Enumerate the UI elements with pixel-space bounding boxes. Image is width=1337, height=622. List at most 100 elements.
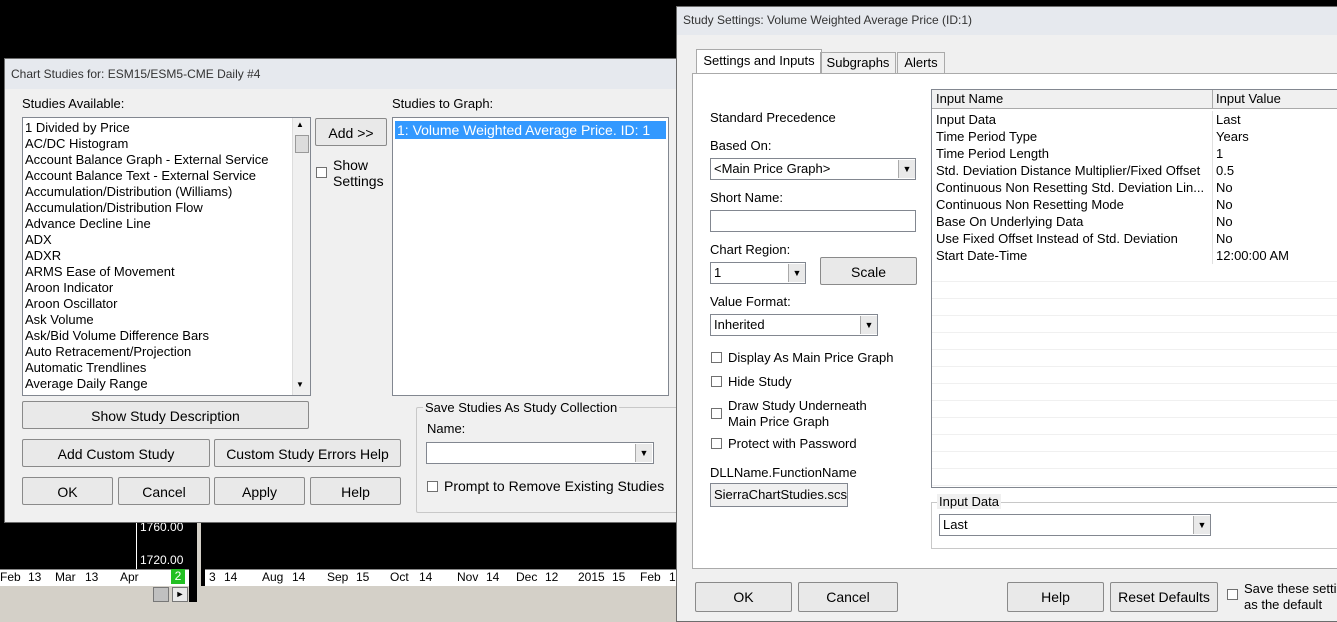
ok-button[interactable]: OK [22, 477, 113, 505]
studies-to-graph-list[interactable]: 1: Volume Weighted Average Price. ID: 1 [392, 117, 669, 396]
scroll-thumb[interactable] [295, 135, 309, 153]
list-scrollbar[interactable]: ▲ ▼ [292, 118, 310, 395]
input-name-cell: Use Fixed Offset Instead of Std. Deviati… [936, 231, 1178, 246]
table-row[interactable]: Time Period Type Years [932, 128, 1337, 145]
help-button[interactable]: Help [310, 477, 401, 505]
list-item[interactable]: ARMS Ease of Movement [23, 264, 310, 280]
table-row[interactable]: Continuous Non Resetting Mode No [932, 196, 1337, 213]
display-main-checkbox[interactable] [711, 352, 722, 363]
input-data-select[interactable]: Last [939, 514, 1211, 536]
table-row[interactable]: Continuous Non Resetting Std. Deviation … [932, 179, 1337, 196]
table-row[interactable]: Use Fixed Offset Instead of Std. Deviati… [932, 230, 1337, 247]
column-divider [1212, 128, 1213, 145]
empty-grid-row [932, 468, 1337, 486]
studies-to-graph-label: Studies to Graph: [392, 96, 494, 111]
hide-study-checkbox[interactable] [711, 376, 722, 387]
list-item[interactable]: Aroon Oscillator [23, 296, 310, 312]
input-value-cell[interactable]: 12:00:00 AM [1216, 247, 1336, 264]
list-item[interactable]: Average Daily Range [23, 376, 310, 392]
table-row[interactable]: Input Data Last [932, 111, 1337, 128]
show-settings-checkbox[interactable] [316, 167, 327, 178]
column-divider [1212, 111, 1213, 128]
show-study-description-button[interactable]: Show Study Description [22, 401, 309, 429]
show-settings-label: Show Settings [333, 157, 384, 189]
table-row[interactable]: Base On Underlying Data No [932, 213, 1337, 230]
based-on-select[interactable]: <Main Price Graph> [710, 158, 916, 180]
cancel-button[interactable]: Cancel [798, 582, 898, 612]
protect-password-checkbox[interactable] [711, 438, 722, 449]
column-divider [1212, 179, 1213, 196]
tab-alerts[interactable]: Alerts [897, 52, 945, 74]
value-format-select[interactable]: Inherited [710, 314, 878, 336]
scroll-thumb[interactable] [153, 587, 169, 602]
scale-button[interactable]: Scale [820, 257, 917, 285]
list-item[interactable]: Automatic Trendlines [23, 360, 310, 376]
input-value-cell[interactable]: Years [1216, 128, 1336, 145]
value-format-label: Value Format: [710, 294, 791, 309]
list-item[interactable]: ADXR [23, 248, 310, 264]
table-row[interactable]: Start Date-Time 12:00:00 AM [932, 247, 1337, 264]
list-item[interactable]: Advance Decline Line [23, 216, 310, 232]
collection-name-select[interactable]: ▼ [426, 442, 654, 464]
input-name-cell: Base On Underlying Data [936, 214, 1084, 229]
scrollbar-right[interactable] [201, 586, 680, 602]
chevron-down-icon: ▼ [898, 160, 915, 178]
scroll-right-arrow[interactable]: ► [172, 587, 188, 602]
add-study-button[interactable]: Add >> [315, 118, 387, 146]
apply-button[interactable]: Apply [214, 477, 305, 505]
reset-defaults-button[interactable]: Reset Defaults [1110, 582, 1218, 612]
list-item[interactable]: AC/DC Histogram [23, 136, 310, 152]
list-item[interactable]: Ask/Bid Volume Difference Bars [23, 328, 310, 344]
dll-name-field: SierraChartStudies.scs [710, 483, 848, 507]
save-default-checkbox[interactable] [1227, 589, 1238, 600]
input-value-cell[interactable]: No [1216, 230, 1336, 247]
table-row[interactable]: Std. Deviation Distance Multiplier/Fixed… [932, 162, 1337, 179]
empty-grid-row [932, 383, 1337, 401]
list-item[interactable]: Accumulation/Distribution Flow [23, 200, 310, 216]
prompt-remove-label: Prompt to Remove Existing Studies [444, 478, 665, 494]
custom-study-errors-help-button[interactable]: Custom Study Errors Help [214, 439, 401, 467]
tab-subgraphs[interactable]: Subgraphs [820, 52, 896, 74]
input-value-cell[interactable]: 0.5 [1216, 162, 1336, 179]
inputs-grid[interactable]: Input Name Input Value Input Data Last Tim… [931, 89, 1337, 488]
x-label: Feb [0, 570, 21, 584]
list-item[interactable]: ADX [23, 232, 310, 248]
prompt-remove-checkbox[interactable] [427, 481, 438, 492]
column-divider [1212, 145, 1213, 162]
empty-grid-row [932, 315, 1337, 333]
input-value-cell[interactable]: No [1216, 196, 1336, 213]
list-item[interactable]: 1 Divided by Price [23, 120, 310, 136]
add-custom-study-button[interactable]: Add Custom Study [22, 439, 210, 467]
draw-underneath-checkbox[interactable] [711, 408, 722, 419]
column-divider [1212, 196, 1213, 213]
list-item-selected[interactable]: 1: Volume Weighted Average Price. ID: 1 [395, 121, 666, 139]
x-label: Aug [262, 570, 284, 584]
list-item[interactable]: Account Balance Graph - External Service [23, 152, 310, 168]
chart-studies-title: Chart Studies for: ESM15/ESM5-CME Daily … [5, 59, 683, 89]
studies-available-list[interactable]: 1 Divided by Price AC/DC Histogram Account… [22, 117, 311, 396]
input-name-cell: Input Data [936, 112, 996, 127]
help-button[interactable]: Help [1007, 582, 1104, 612]
list-item[interactable]: Account Balance Text - External Service [23, 168, 310, 184]
input-value-cell[interactable]: Last [1216, 111, 1336, 128]
list-item[interactable]: Auto Retracement/Projection [23, 344, 310, 360]
empty-grid-row [932, 366, 1337, 384]
input-value-cell[interactable]: No [1216, 179, 1336, 196]
scroll-up-arrow[interactable]: ▲ [296, 120, 304, 129]
short-name-input[interactable] [710, 210, 916, 232]
table-row[interactable]: Time Period Length 1 [932, 145, 1337, 162]
cancel-button[interactable]: Cancel [118, 477, 210, 505]
studies-available-label: Studies Available: [22, 96, 125, 111]
input-value-cell[interactable]: 1 [1216, 145, 1336, 162]
grid-header-divider [1212, 90, 1213, 108]
list-item[interactable]: Ask Volume [23, 312, 310, 328]
save-default-label-1: Save these setti [1244, 581, 1337, 596]
input-value-cell[interactable]: No [1216, 213, 1336, 230]
ok-button[interactable]: OK [695, 582, 792, 612]
scroll-down-arrow[interactable]: ▼ [296, 380, 304, 389]
list-item[interactable]: Accumulation/Distribution (Williams) [23, 184, 310, 200]
list-item[interactable]: Aroon Indicator [23, 280, 310, 296]
chevron-down-icon: ▼ [788, 264, 805, 282]
tab-settings-and-inputs[interactable]: Settings and Inputs [696, 49, 822, 74]
empty-grid-row [932, 332, 1337, 350]
